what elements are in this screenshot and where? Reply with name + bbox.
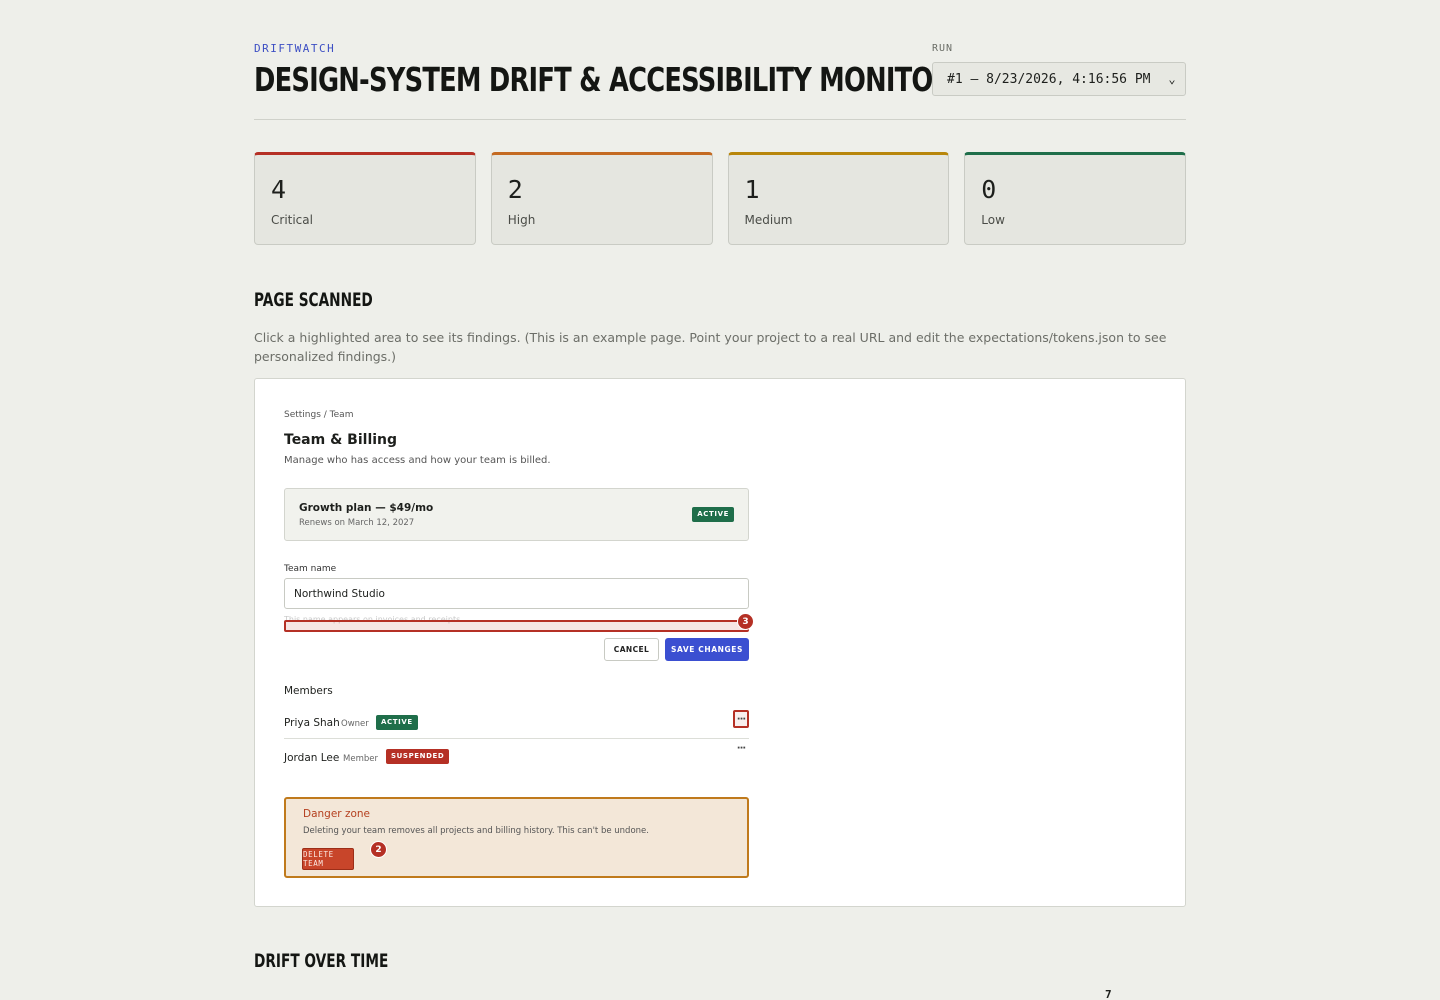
finding-marker[interactable]: 2 [370,841,387,858]
severity-label: Critical [271,213,313,227]
severity-summary: 4 Critical 2 High 1 Medium 0 Low [254,152,1186,245]
severity-card-high: 2 High [490,152,713,245]
section-title-drift-over-time: DRIFT OVER TIME [254,950,389,972]
members-heading: Members [284,685,333,697]
run-select-value: #1 — 8/23/2026, 4:16:56 PM [947,71,1151,87]
cancel-button[interactable]: CANCEL [604,638,659,661]
preview-title: Team & Billing [284,432,398,448]
page-scanned-description: Click a highlighted area to see its find… [254,330,1167,364]
breadcrumb: Settings / Team [284,410,354,420]
brand-label: DRIFTWATCH [254,42,336,55]
severity-label: High [507,213,536,227]
danger-zone-description: Deleting your team removes all projects … [303,826,649,836]
member-name: Jordan Lee [284,752,340,764]
status-badge: SUSPENDED [386,749,450,764]
section-title-page-scanned: PAGE SCANNED [254,289,373,311]
member-row: Priya Shah Owner ACTIVE ··· [284,707,749,739]
more-options-icon[interactable]: ··· [733,739,749,757]
member-divider [284,738,749,739]
chevron-down-icon: ⌄ [1168,72,1176,86]
severity-count: 1 [744,175,760,204]
plan-name: Growth plan — $49/mo [299,502,434,514]
member-role: Member [343,754,378,764]
finding-marker[interactable]: 3 [737,613,754,630]
severity-count: 2 [507,175,523,204]
scanned-page-preview: Settings / Team Team & Billing Manage wh… [254,378,1186,907]
severity-card-medium: 1 Medium [727,152,950,245]
team-name-input[interactable]: Northwind Studio [284,578,749,609]
team-name-label: Team name [284,564,337,574]
severity-count: 0 [981,175,997,204]
more-options-icon[interactable]: ··· [733,710,749,728]
plan-card: Growth plan — $49/mo Renews on March 12,… [284,488,749,541]
preview-subtitle: Manage who has access and how your team … [284,455,551,466]
page-title: DESIGN-SYSTEM DRIFT & ACCESSIBILITY MONI… [254,60,952,99]
member-role: Owner [341,719,369,729]
chart-value-label: 7 [1105,988,1112,1000]
danger-zone: Danger zone Deleting your team removes a… [284,797,749,878]
severity-card-critical: 4 Critical [254,152,476,245]
severity-label: Medium [744,213,793,227]
severity-count: 4 [271,175,287,204]
delete-team-button[interactable]: DELETE TEAM [302,848,354,870]
severity-label: Low [981,213,1005,227]
status-badge: ACTIVE [692,507,734,522]
plan-renewal: Renews on March 12, 2027 [299,518,415,528]
member-name: Priya Shah [284,717,340,729]
member-row: Jordan Lee Member SUSPENDED ··· [284,742,749,774]
header-divider [254,119,1186,120]
save-changes-button[interactable]: SAVE CHANGES [665,638,749,661]
danger-zone-title: Danger zone [303,808,371,820]
run-select[interactable]: #1 — 8/23/2026, 4:16:56 PM ⌄ [932,62,1186,96]
run-label: RUN [932,43,954,54]
status-badge: ACTIVE [376,715,418,730]
finding-highlight-hint[interactable] [284,620,749,632]
severity-card-low: 0 Low [964,152,1186,245]
